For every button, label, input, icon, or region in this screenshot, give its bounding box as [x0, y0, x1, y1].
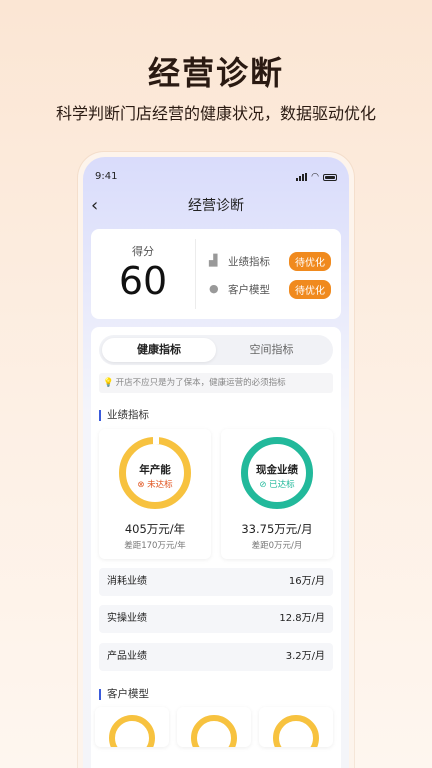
- score-label: 得分: [132, 245, 154, 258]
- customer-card[interactable]: [259, 707, 333, 747]
- kpi-title: 年产能: [139, 464, 171, 476]
- chart-icon: ▟: [209, 254, 218, 267]
- metric-row-customer[interactable]: ● 客户模型 待优化: [209, 279, 331, 299]
- tab-health[interactable]: 健康指标: [102, 338, 216, 362]
- tab-space[interactable]: 空间指标: [213, 338, 330, 362]
- progress-ring: [109, 715, 155, 747]
- divider: [195, 239, 196, 309]
- progress-ring: [273, 715, 319, 747]
- status-badge: 待优化: [289, 279, 331, 299]
- metric-row-performance[interactable]: ▟ 业绩指标 待优化: [209, 251, 331, 271]
- score-card: 得分 60 ▟ 业绩指标 待优化 ● 客户模型 待优化: [91, 229, 341, 319]
- list-item-value: 16万/月: [288, 576, 325, 587]
- metric-label: 客户模型: [228, 283, 270, 296]
- kpi-title: 现金业绩: [256, 464, 298, 476]
- status-icons: ◠: [296, 172, 337, 182]
- progress-ring: 现金业绩 ⊘ 已达标: [241, 437, 313, 509]
- customer-card[interactable]: [177, 707, 251, 747]
- progress-ring: [191, 715, 237, 747]
- list-item-value: 3.2万/月: [285, 651, 325, 662]
- users-icon: ●: [209, 282, 219, 295]
- status-time: 9:41: [95, 171, 118, 182]
- hero-title: 经营诊断: [147, 54, 284, 92]
- kpi-value: 405万元/年: [124, 522, 186, 536]
- list-item[interactable]: 产品业绩 3.2万/月: [99, 643, 333, 671]
- score-value: 60: [118, 259, 168, 303]
- wifi-icon: ◠: [311, 172, 319, 182]
- hero-subtitle: 科学判断门店经营的健康状况，数据驱动优化: [55, 104, 376, 123]
- kpi-status: ⊗ 未达标: [137, 480, 173, 490]
- kpi-gap: 差距0万元/月: [251, 541, 303, 551]
- list-item[interactable]: 实操业绩 12.8万/月: [99, 605, 333, 633]
- nav-bar: ‹ 经营诊断: [83, 195, 349, 217]
- kpi-card-cash[interactable]: 现金业绩 ⊘ 已达标 33.75万元/月 差距0万元/月: [221, 429, 333, 559]
- kpi-status: ⊘ 已达标: [259, 480, 295, 490]
- customer-card[interactable]: [95, 707, 169, 747]
- phone-frame: 9:41 ◠ ‹ 经营诊断 得分 60 ▟ 业绩指标 待优化 ● 客户模型 待优…: [78, 152, 354, 768]
- list-item-label: 产品业绩: [107, 651, 147, 662]
- kpi-card-capacity[interactable]: 年产能 ⊗ 未达标 405万元/年 差距170万元/年: [99, 429, 211, 559]
- section-title-customer: 客户模型: [99, 689, 149, 700]
- battery-icon: [323, 173, 337, 181]
- tab-bar: 健康指标 空间指标: [99, 335, 333, 365]
- signal-icon: [296, 173, 308, 181]
- tip-banner: 💡 开店不应只是为了保本，健康运营的必须指标: [99, 373, 333, 393]
- kpi-gap: 差距170万元/年: [124, 541, 186, 551]
- list-item-label: 消耗业绩: [107, 576, 147, 587]
- x-circle-icon: ⊗: [137, 480, 148, 490]
- app-screen: 9:41 ◠ ‹ 经营诊断 得分 60 ▟ 业绩指标 待优化 ● 客户模型 待优…: [83, 157, 349, 768]
- list-item-label: 实操业绩: [107, 613, 147, 624]
- status-badge: 待优化: [289, 251, 331, 271]
- tip-text: 开店不应只是为了保本，健康运营的必须指标: [115, 378, 286, 388]
- status-bar: 9:41 ◠: [95, 171, 337, 185]
- metric-label: 业绩指标: [228, 255, 270, 268]
- lightbulb-icon: 💡: [103, 378, 114, 388]
- check-circle-icon: ⊘: [259, 480, 270, 490]
- progress-ring: 年产能 ⊗ 未达标: [119, 437, 191, 509]
- kpi-value: 33.75万元/月: [241, 522, 313, 536]
- section-title-performance: 业绩指标: [99, 410, 149, 421]
- main-card: 健康指标 空间指标 💡 开店不应只是为了保本，健康运营的必须指标 业绩指标 年产能…: [91, 327, 341, 768]
- list-item-value: 12.8万/月: [279, 613, 325, 624]
- page-title: 经营诊断: [188, 198, 244, 214]
- list-item[interactable]: 消耗业绩 16万/月: [99, 568, 333, 596]
